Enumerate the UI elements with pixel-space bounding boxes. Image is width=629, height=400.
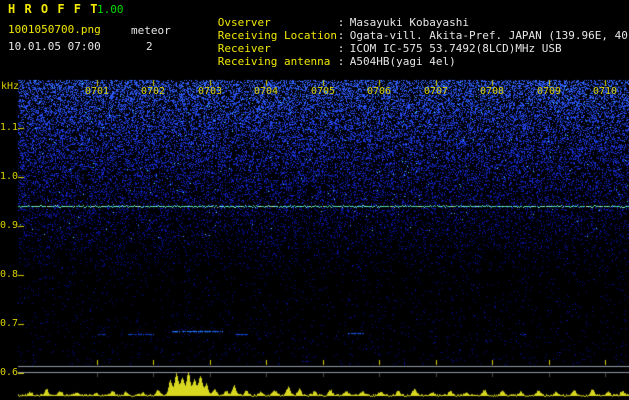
info-colon: : — [337, 42, 345, 55]
time-label: 0708 — [479, 86, 505, 97]
info-value: Ogata-vill. Akita-Pref. JAPAN (139.96E, … — [349, 29, 629, 42]
freq-axis-unit: kHz — [1, 81, 20, 92]
info-label: Receiving Location — [217, 29, 337, 42]
timestamp: 10.01.05 07:00 — [8, 40, 101, 53]
hrofft-screen: H R O F F T 1.00 1001050700.png meteor 1… — [0, 0, 629, 400]
info-value: ICOM IC-575 53.7492(8LCD)MHz USB — [349, 42, 562, 55]
time-label: 0710 — [592, 86, 618, 97]
info-value: A504HB(yagi 4el) — [349, 55, 456, 68]
time-label: 0703 — [197, 86, 223, 97]
info-label: Receiving antenna — [217, 55, 331, 68]
station-info: Ovserver: Masayuki Kobayashi Receiving Lo… — [178, 3, 629, 68]
time-label: 0709 — [536, 86, 562, 97]
output-filename: 1001050700.png — [8, 23, 101, 36]
freq-label: 0.7 — [0, 318, 19, 329]
app-name: H R O F F T — [8, 2, 99, 16]
time-label: 0704 — [253, 86, 279, 97]
info-colon: : — [337, 29, 345, 42]
freq-label: 0.8 — [0, 269, 19, 280]
time-label: 0702 — [140, 86, 166, 97]
info-row-observer: Ovserver: Masayuki Kobayashi — [178, 3, 629, 29]
freq-label: 0.9 — [0, 220, 19, 231]
echo-count: 2 — [146, 40, 153, 53]
info-value: Masayuki Kobayashi — [349, 16, 469, 29]
freq-label: 1.1 — [0, 122, 19, 133]
time-label: 0701 — [84, 86, 110, 97]
time-label: 0706 — [366, 86, 392, 97]
time-label: 0707 — [423, 86, 449, 97]
mode-label: meteor — [131, 24, 171, 37]
info-label: Receiver — [217, 42, 271, 55]
app-version: 1.00 — [97, 3, 124, 16]
info-colon: : — [337, 55, 345, 68]
info-colon: : — [337, 16, 345, 29]
freq-label: 1.0 — [0, 171, 19, 182]
info-label: Ovserver — [217, 16, 271, 29]
time-label: 0705 — [310, 86, 336, 97]
freq-label: 0.6 — [0, 367, 19, 378]
